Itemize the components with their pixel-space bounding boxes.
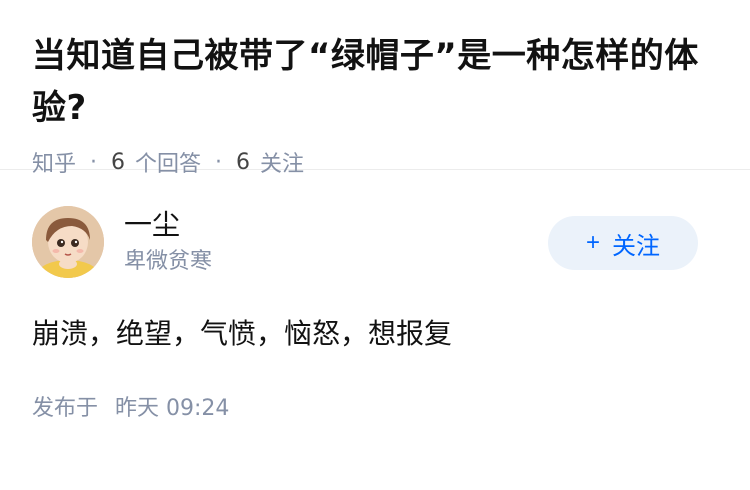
answer-card: 一尘 卑微贫寒 + 关注 崩溃，绝望，气愤，恼怒，想报复 发布于 昨天 09:2… bbox=[0, 170, 750, 422]
author-bio: 卑微贫寒 bbox=[124, 249, 213, 274]
published-label: 发布于 bbox=[32, 396, 99, 421]
avatar[interactable] bbox=[32, 206, 104, 278]
follow-button[interactable]: + 关注 bbox=[548, 216, 698, 270]
follow-label: 关注 bbox=[612, 232, 660, 260]
answer-footer: 发布于 昨天 09:24 bbox=[32, 390, 718, 422]
question-title[interactable]: 当知道自己被带了“绿帽子”是一种怎样的体验? bbox=[32, 30, 718, 134]
answer-content[interactable]: 崩溃，绝望，气愤，恼怒，想报复 bbox=[32, 314, 718, 354]
author-name[interactable]: 一尘 bbox=[124, 208, 212, 242]
author-info: 一尘 卑微贫寒 bbox=[124, 208, 212, 276]
plus-icon: + bbox=[585, 229, 600, 256]
question-header: 当知道自己被带了“绿帽子”是一种怎样的体验? 知乎 · 6 个回答 · 6 关注 bbox=[0, 0, 750, 177]
published-time: 昨天 09:24 bbox=[115, 396, 230, 421]
